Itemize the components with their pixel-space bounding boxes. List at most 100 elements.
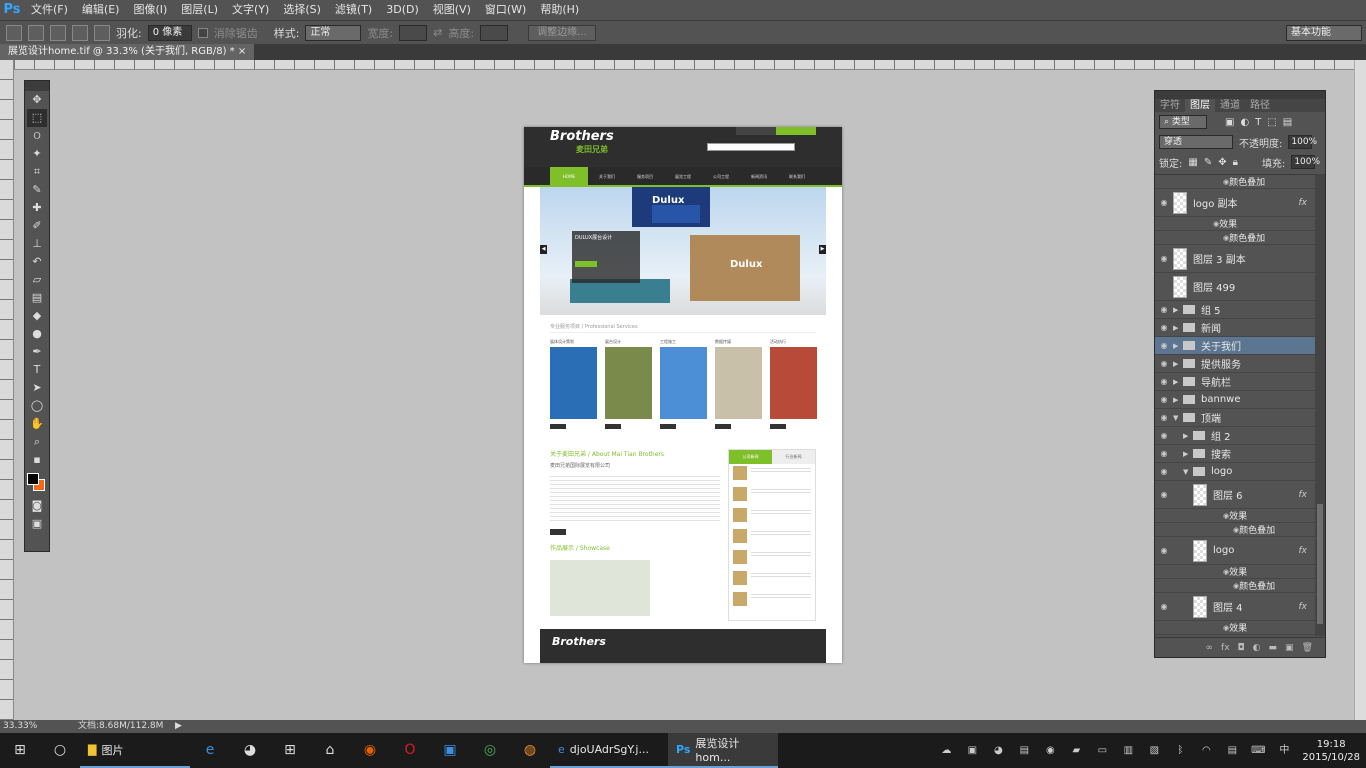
menu-item[interactable]: 选择(S) — [276, 0, 328, 20]
intersect-selection-icon[interactable] — [94, 24, 110, 41]
document-tab[interactable]: 展览设计home.tif @ 33.3% (关于我们, RGB/8) * × — [0, 44, 255, 60]
height-input[interactable] — [480, 24, 509, 41]
layer-row[interactable]: ◉ 效果 — [1155, 509, 1315, 523]
subtract-selection-icon[interactable] — [72, 24, 88, 41]
add-selection-icon[interactable] — [50, 24, 66, 41]
taskbar-app-edge-tab[interactable]: e djoUAdrSgY.j... — [550, 733, 668, 768]
visibility-eye-icon[interactable]: ◉ — [1155, 395, 1173, 404]
vertical-ruler[interactable] — [0, 60, 14, 720]
panel-tab[interactable]: 图层 — [1185, 99, 1215, 112]
delete-layer-icon[interactable]: 🗑︎ — [1302, 643, 1313, 653]
panel-tab[interactable]: 字符 — [1155, 99, 1185, 112]
menu-item[interactable]: 视图(V) — [426, 0, 478, 20]
brush-tool-icon[interactable]: ✐ — [27, 217, 47, 235]
visibility-eye-icon[interactable]: ◉ — [1155, 177, 1173, 186]
opera-icon[interactable]: O — [390, 733, 430, 768]
bluetooth-icon[interactable]: ᛒ — [1172, 744, 1188, 758]
blend-mode-select[interactable]: 穿透 — [1159, 135, 1233, 149]
swap-icon[interactable]: ⇄ — [433, 26, 442, 39]
layer-row[interactable]: ◉ 图层 3 副本 — [1155, 245, 1315, 273]
group-toggle-icon[interactable]: ▼ — [1183, 468, 1193, 476]
close-tab-icon[interactable]: × — [238, 46, 246, 57]
dodge-tool-icon[interactable]: ● — [27, 325, 47, 343]
edge-icon[interactable]: e — [190, 733, 230, 768]
menu-item[interactable]: 滤镜(T) — [328, 0, 379, 20]
layer-row[interactable]: ◉ ▶ 关于我们 — [1155, 337, 1315, 355]
group-toggle-icon[interactable]: ▼ — [1173, 414, 1183, 422]
tray-app2-icon[interactable]: ▤ — [1016, 744, 1032, 758]
layer-row[interactable]: ◉ 效果 — [1155, 217, 1315, 231]
layer-row[interactable]: ◉ ▶ 组 5 — [1155, 301, 1315, 319]
ime-indicator[interactable]: 中 — [1276, 744, 1292, 758]
qq-icon[interactable]: ◕ — [230, 733, 270, 768]
new-selection-icon[interactable] — [28, 24, 44, 41]
layer-row[interactable]: ◉◉ 颜色叠加 — [1155, 175, 1315, 189]
zoom-level[interactable]: 33.33% — [3, 720, 37, 733]
vertical-scrollbar[interactable] — [1354, 60, 1366, 720]
fill-input[interactable]: 100% — [1291, 155, 1320, 169]
visibility-eye-icon[interactable]: ◉ — [1155, 233, 1173, 242]
cloud-icon[interactable]: ☁ — [938, 744, 954, 758]
visibility-eye-icon[interactable]: ◉ — [1155, 359, 1173, 368]
blur-tool-icon[interactable]: ◆ — [27, 307, 47, 325]
tray-app-icon[interactable]: ▣ — [964, 744, 980, 758]
group-toggle-icon[interactable]: ▶ — [1183, 432, 1193, 440]
tray-drive-icon[interactable]: ▭ — [1094, 744, 1110, 758]
menu-item[interactable]: 窗口(W) — [478, 0, 533, 20]
ellipse-tool-icon[interactable]: ◯ — [27, 397, 47, 415]
default-colors-icon[interactable]: ▪ — [27, 451, 47, 469]
new-adjustment-icon[interactable]: ◐ — [1253, 643, 1261, 653]
color-swatch[interactable] — [27, 473, 47, 493]
healing-brush-tool-icon[interactable]: ✚ — [27, 199, 47, 217]
layer-filter-select[interactable]: ⌕ 类型 — [1159, 115, 1207, 129]
menu-item[interactable]: 文件(F) — [24, 0, 75, 20]
wifi-icon[interactable]: ◠ — [1198, 744, 1214, 758]
taskbar-app-explorer[interactable]: ▇ 图片 — [80, 733, 190, 768]
visibility-eye-icon[interactable]: ◉ — [1155, 305, 1173, 314]
antialias-checkbox[interactable] — [197, 27, 208, 38]
layer-row[interactable]: ◉ ▶ 导航栏 — [1155, 373, 1315, 391]
layers-panel-header[interactable] — [1155, 91, 1325, 99]
gradient-tool-icon[interactable]: ▤ — [27, 289, 47, 307]
visibility-eye-icon[interactable]: ◉ — [1155, 581, 1173, 590]
quick-mask-icon[interactable]: ◙ — [27, 497, 47, 515]
visibility-eye-icon[interactable]: ◉ — [1155, 467, 1173, 476]
store-icon[interactable]: ⊞ — [270, 733, 310, 768]
path-select-tool-icon[interactable]: ➤ — [27, 379, 47, 397]
add-style-icon[interactable]: fx — [1221, 643, 1230, 653]
menu-item[interactable]: 3D(D) — [379, 0, 426, 20]
lasso-tool-icon[interactable]: ଠ — [27, 127, 47, 145]
layer-row[interactable]: ◉ logo fx — [1155, 537, 1315, 565]
visibility-eye-icon[interactable]: ◉ — [1155, 198, 1173, 207]
lock-position-icon[interactable]: ✥ — [1218, 157, 1226, 168]
move-tool-icon[interactable]: ✥ — [27, 91, 47, 109]
group-toggle-icon[interactable]: ▶ — [1173, 360, 1183, 368]
visibility-eye-icon[interactable]: ◉ — [1155, 377, 1173, 386]
group-toggle-icon[interactable]: ▶ — [1183, 450, 1193, 458]
refine-edge-button[interactable]: 调整边缘... — [528, 24, 596, 41]
visibility-eye-icon[interactable]: ◉ — [1155, 254, 1173, 263]
workspace-select[interactable]: 基本功能 — [1286, 25, 1362, 41]
group-toggle-icon[interactable]: ▶ — [1173, 342, 1183, 350]
group-toggle-icon[interactable]: ▶ — [1173, 378, 1183, 386]
app-orange-icon[interactable]: ◍ — [510, 733, 550, 768]
width-input[interactable] — [399, 24, 428, 41]
layer-row[interactable]: ◉ ▼ logo — [1155, 463, 1315, 481]
menu-item[interactable]: 图像(I) — [126, 0, 174, 20]
layer-row[interactable]: ◉ logo 副本 fx — [1155, 189, 1315, 217]
lock-transparent-icon[interactable]: ▦ — [1188, 157, 1197, 168]
menu-item[interactable]: 帮助(H) — [533, 0, 586, 20]
layer-row[interactable]: ◉ 图层 6 fx — [1155, 481, 1315, 509]
app-window-icon[interactable]: ▣ — [430, 733, 470, 768]
layer-row[interactable]: ◉ ▶ bannwe — [1155, 391, 1315, 409]
filter-smart-icon[interactable]: ▤ — [1283, 117, 1292, 128]
marquee-tool-preset-icon[interactable] — [6, 24, 22, 41]
firefox-icon[interactable]: ◉ — [350, 733, 390, 768]
visibility-eye-icon[interactable]: ◉ — [1155, 602, 1173, 611]
new-group-icon[interactable]: ▬ — [1269, 643, 1278, 653]
group-toggle-icon[interactable]: ▶ — [1173, 324, 1183, 332]
filter-pixel-icon[interactable]: ▣ — [1225, 117, 1234, 128]
menu-item[interactable]: 编辑(E) — [75, 0, 127, 20]
network-app-icon[interactable]: ⌂ — [310, 733, 350, 768]
zoom-tool-icon[interactable]: ⌕ — [27, 433, 47, 451]
